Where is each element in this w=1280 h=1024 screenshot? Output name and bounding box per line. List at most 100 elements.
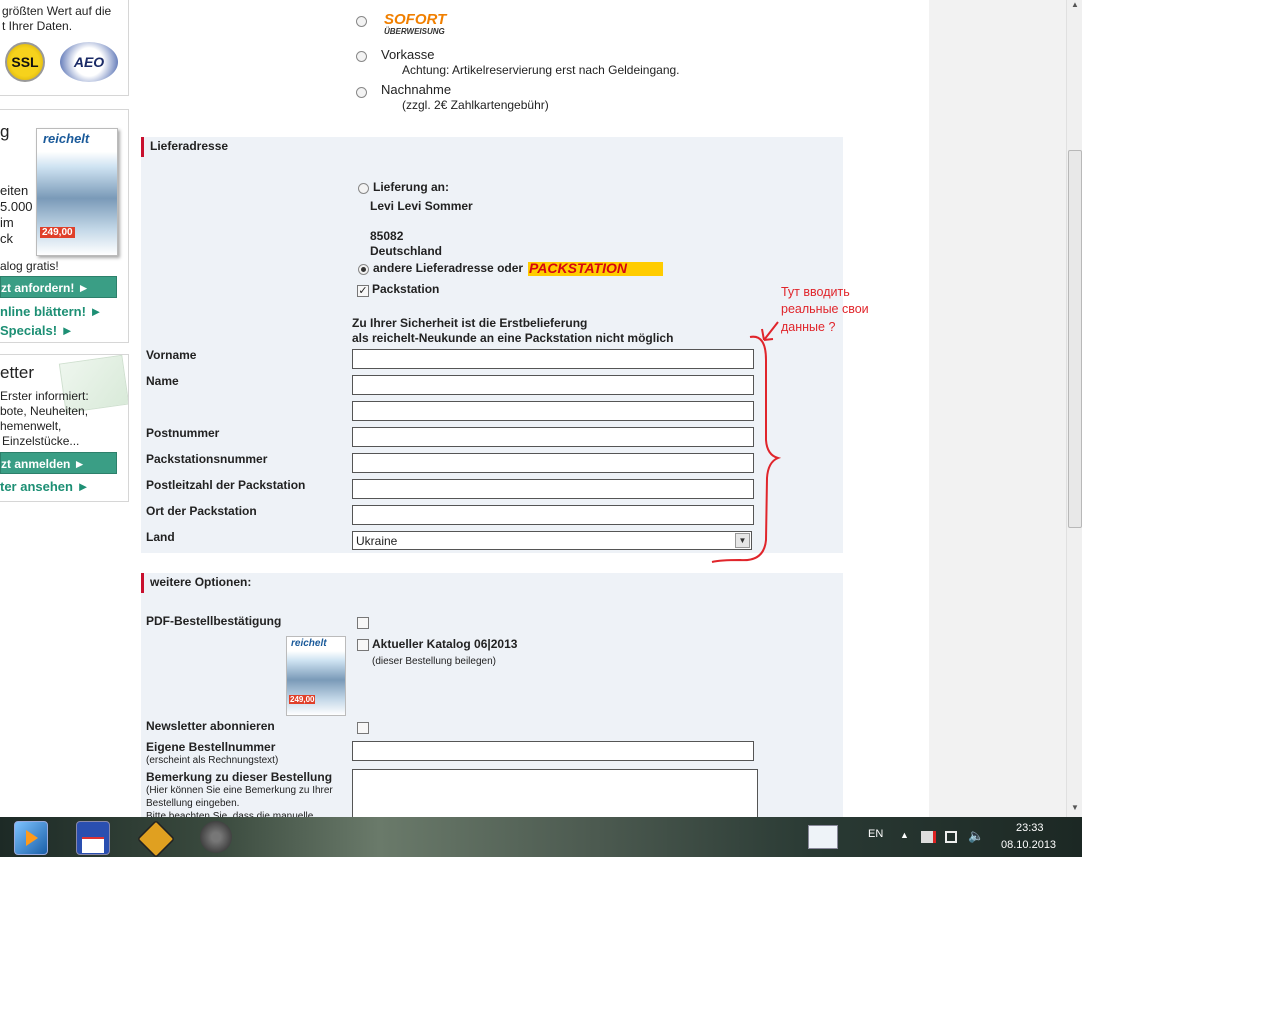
aeo-badge-text: AEO: [73, 54, 105, 70]
newsletter-text-2: bote, Neuheiten,: [0, 404, 89, 418]
packstation-ort-label: Ort der Packstation: [146, 504, 257, 518]
newsletter-heading: etter: [0, 363, 35, 382]
order-number-input[interactable]: [352, 741, 754, 761]
other-address-radio[interactable]: [358, 264, 369, 275]
ssl-badge-icon: SSL: [5, 42, 45, 82]
vertical-scrollbar[interactable]: ▲ ▼: [1066, 0, 1082, 817]
vorkasse-note: Achtung: Artikelreservierung erst nach G…: [402, 63, 680, 77]
annotation-text-2: реальные свои: [781, 302, 869, 316]
newsletter-text-4: Einzelstücke...: [2, 434, 80, 448]
scroll-up-arrow-icon[interactable]: ▲: [1071, 0, 1079, 9]
browser-viewport: größten Wert auf die t Ihrer Daten. SSL …: [0, 0, 1082, 857]
thumbnail-price: 249,00: [289, 695, 316, 704]
packstation-checkbox[interactable]: ✓: [357, 285, 369, 297]
red-brace-annotation: [711, 321, 782, 563]
security-note-1: Zu Ihrer Sicherheit ist die Erstbeliefer…: [352, 316, 588, 330]
newsletter-box: etter Erster informiert: bote, Neuheiten…: [0, 354, 129, 502]
play-icon: [26, 830, 38, 846]
nachnahme-label: Nachnahme: [381, 82, 452, 97]
payment-sofort-radio[interactable]: [356, 16, 367, 27]
floppy-label: [82, 837, 104, 853]
payment-nachnahme-radio[interactable]: [356, 87, 367, 98]
catalog-cover-price: 249,00: [40, 227, 75, 238]
packstation-logo: PACKSTATION: [528, 260, 663, 276]
catalog-checkbox[interactable]: [357, 639, 369, 651]
newsletter-subscribe-button[interactable]: zt anmelden ►: [0, 452, 117, 474]
newsletter-subscribe-label: Newsletter abonnieren: [146, 719, 275, 733]
newsletter-subscribe-checkbox[interactable]: [357, 722, 369, 734]
postnummer-label: Postnummer: [146, 426, 220, 440]
show-hidden-icons-icon[interactable]: ▲: [900, 830, 909, 840]
catalog-label: Aktueller Katalog 06|2013: [372, 637, 518, 651]
address-name: Levi Levi Sommer: [370, 199, 473, 213]
catalog-order-button[interactable]: zt anfordern! ►: [0, 276, 117, 298]
packstationsnummer-input[interactable]: [352, 453, 754, 473]
catalog-cover-image[interactable]: reichelt 249,00: [36, 128, 118, 256]
catalog-text-4: ck: [0, 231, 13, 246]
pdf-confirmation-label: PDF-Bestellbestätigung: [146, 614, 282, 628]
other-address-label: andere Lieferadresse oder: [373, 261, 524, 275]
annotation-text-1: Тут вводить: [781, 285, 850, 299]
land-select[interactable]: Ukraine ▼: [352, 531, 752, 550]
deliver-to-default-radio[interactable]: [358, 183, 369, 194]
order-number-label: Eigene Bestellnummer: [146, 740, 276, 754]
catalog-text-2: 5.000: [0, 199, 33, 214]
scroll-down-arrow-icon[interactable]: ▼: [1071, 803, 1079, 812]
delivery-section-title: Lieferadresse: [141, 137, 228, 157]
remark-note-1: (Hier können Sie eine Bemerkung zu Ihrer: [146, 785, 333, 796]
media-player-icon[interactable]: [14, 821, 48, 855]
catalog-thumbnail-image: reichelt 249,00: [286, 636, 346, 716]
vorname-input[interactable]: [352, 349, 754, 369]
address-country: Deutschland: [370, 244, 443, 258]
sofort-logo-text: SOFORT: [384, 11, 447, 28]
aeo-badge-icon: AEO: [60, 42, 118, 82]
catalog-online-link[interactable]: nline blättern! ►: [0, 304, 102, 319]
pen-input-icon[interactable]: [808, 825, 838, 849]
action-center-flag-icon[interactable]: [921, 831, 936, 843]
newsletter-text-3: hemenwelt,: [0, 419, 62, 433]
payment-vorkasse-radio[interactable]: [356, 51, 367, 62]
clock-time[interactable]: 23:33: [1016, 822, 1044, 834]
sofort-logo-sub: ÜBERWEISUNG: [384, 27, 445, 36]
language-indicator[interactable]: EN: [868, 828, 883, 840]
address-zip: 85082: [370, 229, 404, 243]
network-icon[interactable]: [945, 831, 957, 843]
packstation-plz-label: Postleitzahl der Packstation: [146, 478, 306, 492]
pdf-confirmation-checkbox[interactable]: [357, 617, 369, 629]
packstation-logo-text: PACKSTATION: [529, 260, 627, 276]
packstation-ort-input[interactable]: [352, 505, 754, 525]
postnummer-input[interactable]: [352, 427, 754, 447]
save-floppy-icon[interactable]: [76, 821, 110, 855]
remark-label: Bemerkung zu dieser Bestellung: [146, 770, 333, 784]
newsletter-text-1: Erster informiert:: [0, 389, 89, 403]
trust-text-2: t Ihrer Daten.: [2, 19, 73, 33]
packstation-plz-input[interactable]: [352, 479, 754, 499]
nachnahme-note: (zzgl. 2€ Zahlkartengebühr): [402, 98, 549, 112]
catalog-box: g eiten 5.000 im ck reichelt 249,00 alog…: [0, 109, 129, 343]
annotation-text-3: данные ?: [781, 320, 836, 334]
packstation-checkbox-label: Packstation: [372, 282, 440, 296]
scrollbar-thumb[interactable]: [1068, 150, 1082, 528]
catalog-text-3: im: [0, 215, 14, 230]
newsletter-view-link[interactable]: ter ansehen ►: [0, 479, 89, 494]
sofort-logo: SOFORT ÜBERWEISUNG: [384, 11, 447, 37]
catalog-text-1: eiten: [0, 183, 29, 198]
volume-icon[interactable]: 🔈: [968, 828, 984, 844]
name-input[interactable]: [352, 375, 754, 395]
world-of-tanks-icon[interactable]: [200, 821, 232, 853]
windows-taskbar: EN ▲ 🔈 23:33 08.10.2013: [0, 817, 1082, 857]
specials-link[interactable]: Specials! ►: [0, 323, 74, 338]
packstationsnummer-label: Packstationsnummer: [146, 452, 268, 466]
catalog-cover-brand: reichelt: [43, 131, 90, 146]
lightning-app-icon[interactable]: [136, 819, 176, 857]
land-select-value: Ukraine: [356, 534, 398, 548]
land-label: Land: [146, 530, 175, 544]
trust-text-1: größten Wert auf die: [2, 4, 112, 18]
brace-stroke: [711, 335, 782, 563]
remark-note-2: Bestellung eingeben.: [146, 798, 240, 809]
name-extra-input[interactable]: [352, 401, 754, 421]
thumbnail-brand: reichelt: [291, 638, 327, 649]
ssl-badge-text: SSL: [11, 54, 39, 70]
clock-date[interactable]: 08.10.2013: [1001, 839, 1056, 851]
arrow-icon: [761, 321, 779, 341]
